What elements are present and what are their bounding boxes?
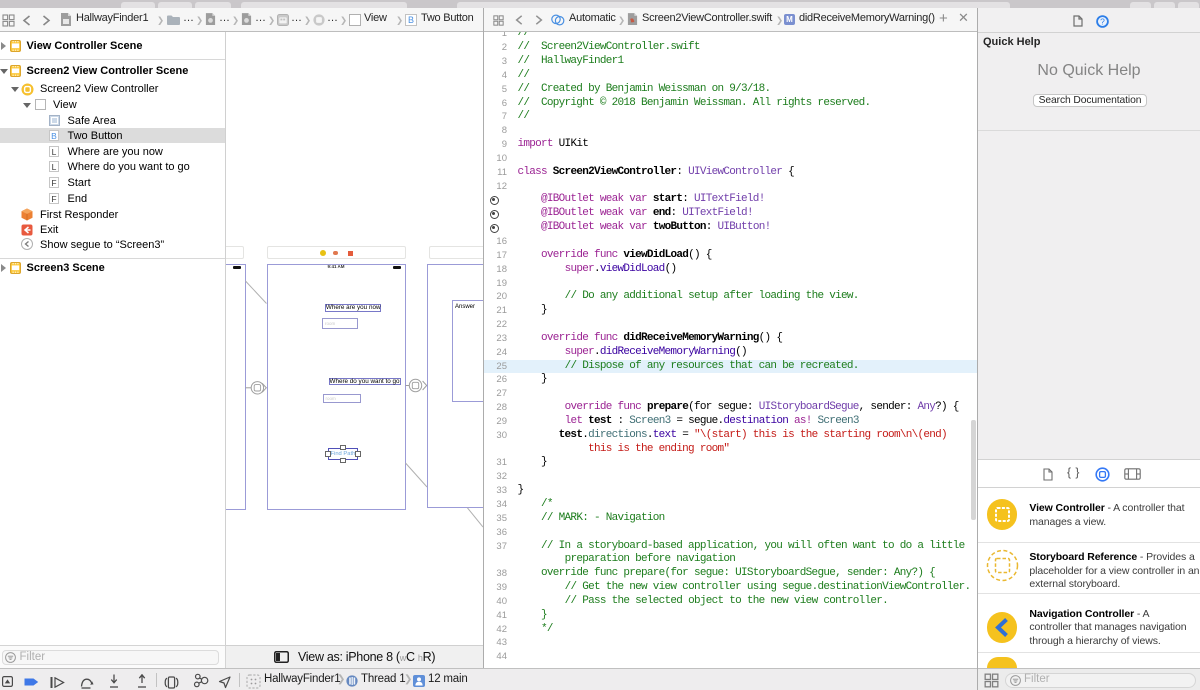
svg-text:?: ? [1100, 17, 1105, 27]
